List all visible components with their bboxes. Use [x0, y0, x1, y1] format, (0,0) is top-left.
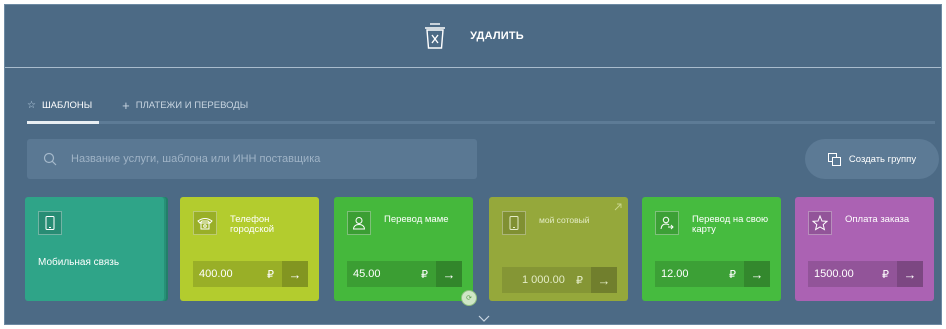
- arrow-right-icon[interactable]: →: [744, 261, 770, 287]
- auto-payment-badge-icon[interactable]: ⟳: [461, 290, 477, 306]
- amount-field[interactable]: 45.00 ₽ →: [347, 261, 462, 287]
- search-icon: [43, 152, 57, 166]
- expand-corner-icon[interactable]: [614, 203, 622, 211]
- card-title: Телефон городской: [230, 214, 275, 235]
- amount-value: 12.00: [661, 268, 689, 280]
- tab-payments-transfers[interactable]: + ПЛАТЕЖИ И ПЕРЕВОДЫ: [122, 93, 248, 117]
- phone-icon: [502, 211, 526, 235]
- template-card-order-payment[interactable]: Оплата заказа 1500.00 ₽ →: [795, 197, 934, 301]
- currency-sign: ₽: [267, 268, 274, 281]
- amount-value: 1500.00: [814, 268, 854, 280]
- card-title: Оплата заказа: [845, 214, 910, 225]
- currency-sign: ₽: [882, 268, 889, 281]
- trash-icon: [425, 23, 446, 49]
- person-icon: [347, 211, 371, 235]
- delete-label: УДАЛИТЬ: [470, 30, 524, 42]
- template-card-mobile[interactable]: Мобильная связь: [25, 197, 164, 301]
- active-tab-indicator: [27, 121, 99, 124]
- template-card-own-card[interactable]: Перевод на свою карту 12.00 ₽ →: [642, 197, 781, 301]
- amount-field[interactable]: 1500.00 ₽ →: [808, 261, 923, 287]
- tab-bar: ☆ ШАБЛОНЫ + ПЛАТЕЖИ И ПЕРЕВОДЫ: [27, 93, 278, 117]
- amount-field[interactable]: 400.00 ₽ →: [193, 261, 308, 287]
- phone-icon: [38, 211, 62, 235]
- group-icon: [827, 152, 841, 166]
- currency-sign: ₽: [421, 268, 428, 281]
- template-card-landline[interactable]: Телефон городской 400.00 ₽ →: [180, 197, 319, 301]
- template-card-transfer-mom[interactable]: Перевод маме 45.00 ₽ →: [334, 197, 473, 301]
- amount-field[interactable]: 12.00 ₽ →: [655, 261, 770, 287]
- arrow-right-icon[interactable]: →: [591, 267, 617, 293]
- currency-sign: ₽: [576, 274, 583, 287]
- template-card-my-mobile[interactable]: мой сотовый 1 000.00 ₽ →: [489, 197, 628, 301]
- search-box: [27, 139, 477, 179]
- arrow-right-icon[interactable]: →: [897, 261, 923, 287]
- tab-track: [27, 121, 935, 124]
- arrow-right-icon[interactable]: →: [436, 261, 462, 287]
- tab-templates-label: ШАБЛОНЫ: [41, 99, 93, 111]
- card-title: Мобильная связь: [38, 257, 120, 268]
- create-group-button[interactable]: Создать группу: [805, 139, 939, 179]
- plus-icon: +: [122, 97, 130, 113]
- arrow-right-icon[interactable]: →: [282, 261, 308, 287]
- star-icon: [808, 211, 832, 235]
- delete-bar: УДАЛИТЬ: [5, 5, 941, 67]
- delete-button[interactable]: УДАЛИТЬ: [422, 21, 524, 51]
- amount-value: 45.00: [353, 268, 381, 280]
- card-title: мой сотовый: [539, 215, 590, 225]
- star-icon: ☆: [27, 99, 36, 111]
- person-transfer-icon: [655, 211, 679, 235]
- chevron-down-icon[interactable]: [478, 315, 490, 323]
- amount-value: 1 000.00: [522, 274, 565, 286]
- amount-value: 400.00: [199, 268, 233, 280]
- card-title: Перевод маме: [384, 214, 449, 225]
- currency-sign: ₽: [729, 268, 736, 281]
- tab-templates[interactable]: ☆ ШАБЛОНЫ: [27, 93, 92, 117]
- card-title: Перевод на свою карту: [692, 214, 769, 235]
- payments-panel: УДАЛИТЬ ☆ ШАБЛОНЫ + ПЛАТЕЖИ И ПЕРЕВОДЫ С…: [4, 4, 942, 325]
- amount-field[interactable]: 1 000.00 ₽ →: [502, 267, 617, 293]
- create-group-label: Создать группу: [848, 153, 917, 165]
- divider: [5, 67, 941, 68]
- landline-icon: [193, 211, 217, 235]
- tab-payments-label: ПЛАТЕЖИ И ПЕРЕВОДЫ: [135, 99, 249, 111]
- search-input[interactable]: [69, 152, 453, 166]
